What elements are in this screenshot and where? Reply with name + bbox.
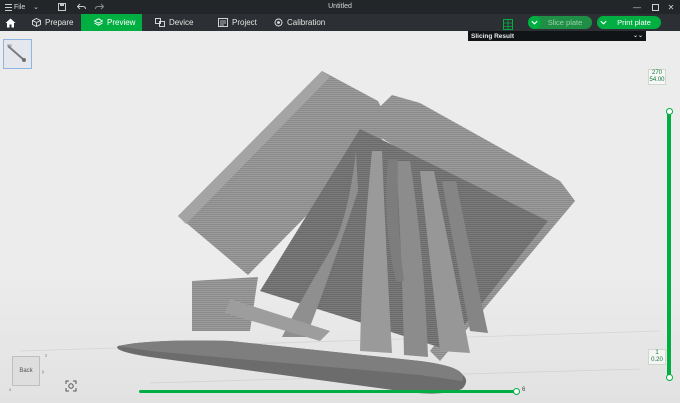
tab-preview[interactable]: Preview: [81, 14, 142, 31]
layer-bottom-height: 0.20: [651, 357, 663, 363]
layer-top-height: 54.00: [649, 77, 665, 83]
redo-icon[interactable]: [95, 0, 104, 14]
tab-project[interactable]: Project: [218, 14, 268, 31]
move-slider-handle[interactable]: [513, 388, 520, 395]
tab-project-label: Project: [232, 18, 257, 27]
minimize-icon[interactable]: —: [628, 0, 646, 14]
layer-top-label: 270 54.00: [648, 69, 666, 85]
3d-viewport[interactable]: 270 54.00 1 0.20 6 Back z y x: [0, 31, 680, 403]
move-slider-track[interactable]: [139, 390, 517, 393]
layers-icon: [93, 18, 103, 28]
cube-icon: [31, 18, 41, 28]
undo-icon[interactable]: [77, 0, 86, 14]
tab-calibration-label: Calibration: [287, 18, 326, 27]
print-plate-button[interactable]: Print plate: [597, 16, 661, 29]
tab-calibration[interactable]: Calibration: [273, 14, 333, 31]
fit-view-icon[interactable]: [64, 379, 77, 392]
title-bar: File ⌄ Untitled — ✕: [0, 0, 680, 14]
tab-device-label: Device: [169, 18, 194, 27]
chevron-down-icon[interactable]: [528, 16, 541, 29]
layer-bottom-number: 1: [655, 350, 659, 356]
tab-device[interactable]: Device: [155, 14, 205, 31]
tab-preview-label: Preview: [107, 18, 136, 27]
layer-slider-top-handle[interactable]: [665, 108, 673, 115]
move-slider-value: 6: [522, 387, 526, 393]
layer-bottom-label: 1 0.20: [648, 349, 666, 365]
slicing-result-label: Slicing Result: [471, 32, 514, 40]
layer-slider-track[interactable]: [667, 111, 671, 378]
slice-plate-label: Slice plate: [547, 18, 583, 27]
plate-grid-icon[interactable]: [503, 17, 513, 30]
layer-slider-bottom-handle[interactable]: [665, 374, 673, 381]
layer-top-number: 270: [651, 70, 662, 76]
axis-y-marker: y: [42, 369, 45, 374]
project-icon: [218, 18, 228, 28]
close-icon[interactable]: ✕: [662, 0, 680, 14]
main-toolbar: Prepare Preview Device Project Calibrati: [0, 14, 680, 31]
save-icon[interactable]: [58, 0, 66, 14]
axis-x-marker: x: [9, 387, 12, 392]
sliced-model-render: [0, 71, 680, 403]
view-cube-face-label: Back: [19, 368, 33, 374]
home-icon[interactable]: [3, 15, 18, 30]
slicing-result-panel[interactable]: Slicing Result ⌄⌄: [468, 31, 646, 41]
axis-z-marker: z: [45, 353, 48, 358]
tab-prepare[interactable]: Prepare: [28, 14, 78, 31]
chevron-down-icon[interactable]: ⌄: [33, 0, 39, 14]
app-window: File ⌄ Untitled — ✕ Prepare Preview Devi…: [0, 0, 680, 403]
file-menu[interactable]: File: [14, 0, 25, 14]
print-plate-label: Print plate: [617, 18, 651, 27]
menu-icon[interactable]: [4, 0, 12, 14]
device-icon: [155, 18, 165, 28]
collapse-chevron-icon[interactable]: ⌄⌄: [633, 31, 643, 41]
slice-plate-button[interactable]: Slice plate: [528, 16, 592, 29]
view-cube[interactable]: Back: [12, 356, 40, 386]
chevron-down-icon[interactable]: [597, 16, 610, 29]
calibration-icon: [273, 18, 283, 28]
tab-prepare-label: Prepare: [45, 18, 74, 27]
